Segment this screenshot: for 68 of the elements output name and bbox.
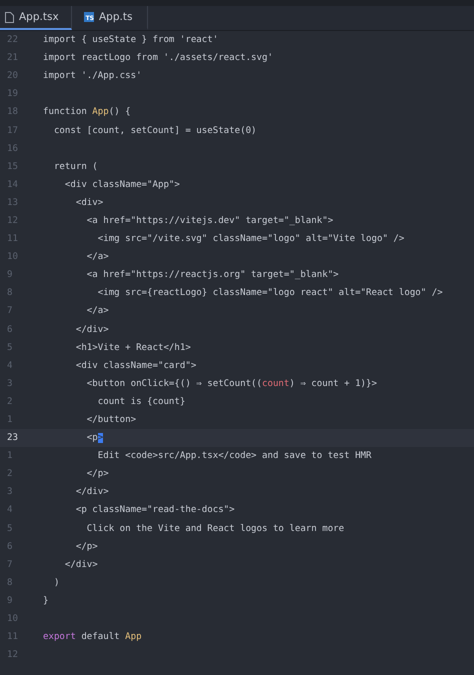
line-number: 7 <box>6 560 14 570</box>
line-number: 9 <box>6 270 14 280</box>
line-number: 1 <box>6 451 14 462</box>
code-line: <h1>Vite + React</h1> <box>74 342 191 353</box>
code-line: const [count, setCount] = useState(0) <box>52 126 257 136</box>
line-number: 3 <box>6 378 14 389</box>
line-number: 10 <box>6 614 19 624</box>
line-number: 11 <box>6 234 19 244</box>
code-line: </a> <box>86 252 109 262</box>
code-line: </div> <box>64 560 98 570</box>
line-number: 1 <box>6 415 14 426</box>
line-number: 13 <box>6 198 19 208</box>
code-line: function App() { <box>43 107 131 118</box>
line-number: 12 <box>6 650 19 660</box>
line-number: 5 <box>6 342 14 353</box>
code-line: <a href="https://vitejs.dev" target="_blank"> <box>86 216 334 226</box>
line-number: 16 <box>6 144 19 154</box>
code-line: <a href="https://reactjs.org" target="_blank"> <box>86 270 339 280</box>
line-number: 19 <box>6 89 19 100</box>
code-line: <button onClick={() ⇒ setCount((count) ⇒ count + 1)}> <box>86 378 377 389</box>
code-line: return ( <box>52 162 98 172</box>
code-line: import { useState } from 'react' <box>43 35 218 46</box>
code-line: } <box>43 596 48 606</box>
code-line: import reactLogo from './assets/react.svg' <box>43 53 273 64</box>
line-number: 12 <box>6 216 19 226</box>
line-number: 8 <box>6 288 14 298</box>
code-line: </button> <box>86 415 136 426</box>
line-number: 22 <box>6 35 19 46</box>
code-line: </div> <box>74 487 109 498</box>
file-icon <box>5 12 14 22</box>
code-line: <div className="card"> <box>74 360 196 371</box>
line-number: 6 <box>6 324 14 335</box>
code-line: </p> <box>86 469 109 480</box>
code-line: count is {count} <box>96 396 186 407</box>
code-line: </a> <box>86 306 109 316</box>
line-number: 17 <box>6 126 19 136</box>
line-number: 3 <box>6 487 14 498</box>
code-line: <div className="App"> <box>64 180 180 190</box>
line-number: 18 <box>6 107 19 118</box>
line-number: 7 <box>6 306 14 316</box>
line-number: 2 <box>6 396 14 407</box>
code-line: </p> <box>74 542 98 552</box>
code-line: <p className="read-the-docs"> <box>74 505 235 516</box>
line-number: 4 <box>6 505 14 516</box>
code-line: Edit <code>src/App.tsx</code> and save to test HMR <box>96 451 372 462</box>
editor-tab[interactable]: App.tsx <box>0 6 72 30</box>
code-line: export default App <box>43 632 142 642</box>
line-number: 9 <box>6 596 14 606</box>
line-number: 15 <box>6 162 19 172</box>
code-line: Click on the Vite and React logos to learn more <box>86 524 344 534</box>
line-number: 14 <box>6 180 19 190</box>
line-number: 4 <box>6 360 14 371</box>
line-number: 11 <box>6 632 19 642</box>
line-number: 21 <box>6 53 19 64</box>
line-number: 8 <box>6 578 14 588</box>
line-number: 20 <box>6 71 19 82</box>
line-number: 6 <box>6 542 14 552</box>
line-number: 2 <box>6 469 14 480</box>
line-number: 23 <box>6 433 19 444</box>
code-line: </div> <box>74 324 109 335</box>
code-line: import './App.css' <box>43 71 142 82</box>
code-line: ) <box>52 578 60 588</box>
code-line: <p> <box>86 433 104 444</box>
code-line: <div> <box>74 198 104 208</box>
line-number: 10 <box>6 252 19 262</box>
line-number: 5 <box>6 524 14 534</box>
code-line: <img src="/vite.svg" className="logo" alt="Vite logo" /> <box>96 234 404 244</box>
code-line: <img src={reactLogo} className="logo react" alt="React logo" /> <box>96 288 443 298</box>
